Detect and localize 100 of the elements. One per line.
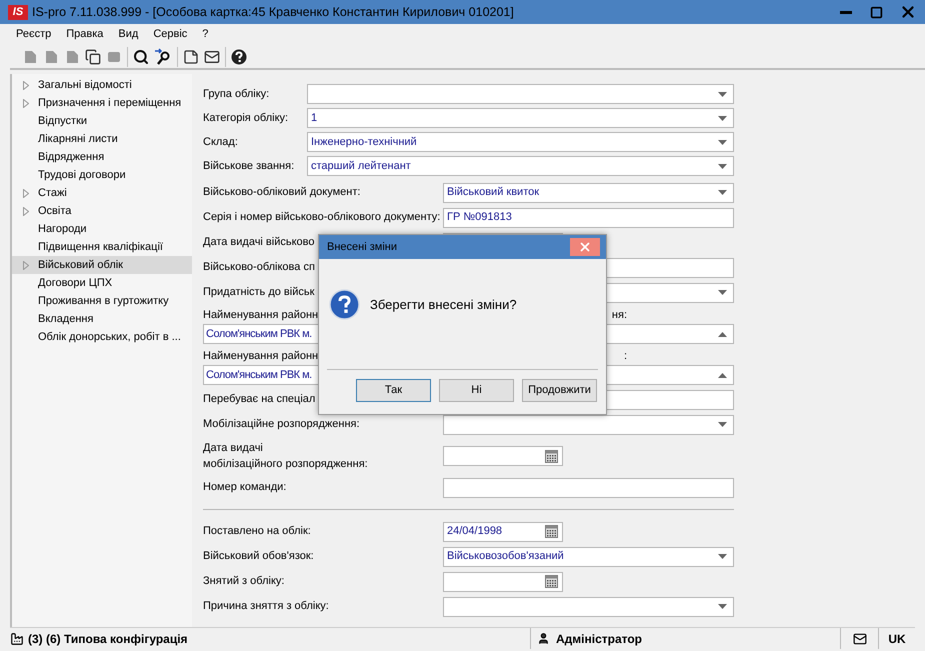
dialog-button[interactable]: Так — [356, 379, 431, 402]
calendar-icon[interactable] — [545, 525, 558, 538]
sidebar-item[interactable]: Призначення і переміщення — [12, 94, 192, 112]
sidebar-item[interactable]: Відрядження — [12, 148, 192, 166]
dropdown-field[interactable]: Інженерно-технічний — [307, 132, 734, 152]
field-label: Мобілізаційне розпорядження: — [203, 418, 360, 430]
dropdown-arrow-icon[interactable] — [718, 140, 727, 144]
dropdown-field[interactable] — [443, 414, 734, 434]
dropdown-arrow-icon[interactable] — [718, 604, 727, 609]
expand-icon[interactable] — [23, 188, 29, 198]
expand-icon[interactable] — [23, 206, 29, 216]
field-label: Військово-облікова сп — [203, 261, 315, 274]
field-value: старший лейтенант — [311, 158, 411, 174]
sidebar-item[interactable]: Облік донорських, робіт в ... — [12, 328, 192, 346]
dropdown-field[interactable] — [307, 84, 734, 104]
status-user: Адміністратор — [556, 630, 642, 648]
field-label: Категорія обліку: — [203, 110, 290, 126]
maximize-icon — [870, 6, 882, 18]
field-label: Найменування районн — [203, 308, 318, 323]
field-label: Номер команди: — [203, 481, 286, 494]
date-field[interactable]: 24/04/1998 — [443, 522, 563, 542]
field-value: Солом'янським РВК м. — [206, 326, 312, 342]
field-label: Причина зняття з обліку: — [203, 600, 329, 612]
menu-item[interactable]: Сервіс — [153, 26, 188, 43]
field-value: 24/04/1998 — [447, 524, 502, 540]
dropdown-arrow-icon[interactable] — [718, 164, 727, 168]
field-label: ня: — [612, 308, 627, 323]
dropdown-field[interactable]: Військовий квиток — [443, 182, 734, 202]
question-icon — [329, 289, 360, 320]
window-title: IS-pro 7.11.038.999 - [Особова картка:45 Кравченко Константин Кирилович 010201] — [32, 4, 514, 21]
date-field[interactable] — [443, 446, 563, 466]
sidebar-item[interactable]: Договори ЦПХ — [12, 274, 192, 292]
minimize-icon — [840, 10, 852, 14]
dropdown-field[interactable]: старший лейтенант — [307, 156, 734, 176]
menu-item[interactable]: Реєстр — [16, 26, 52, 43]
user-icon — [537, 632, 550, 645]
field-label: Дата видачі військово — [203, 236, 314, 248]
date-field[interactable] — [443, 572, 563, 592]
field-label: Група обліку: — [203, 86, 270, 102]
input-field[interactable] — [443, 478, 734, 498]
sidebar-item[interactable]: Проживання в гуртожитку — [12, 292, 192, 310]
field-label: Найменування районн — [203, 348, 318, 364]
field-label: : — [624, 348, 627, 364]
sidebar-item[interactable]: Відпустки — [12, 112, 192, 130]
dialog-button[interactable]: Продовжити — [522, 379, 597, 402]
sidebar-item[interactable]: Загальні відомості — [12, 76, 192, 94]
field-label: Поставлено на облік: — [203, 525, 311, 538]
sidebar-item[interactable]: Військовий облік — [12, 256, 192, 274]
field-value: 1 — [311, 110, 318, 126]
sidebar-item[interactable]: Підвищення кваліфікації — [12, 238, 192, 256]
language-indicator: UK — [878, 628, 915, 649]
field-value: ГР №091813 — [447, 210, 512, 226]
field-value: Солом'янським РВК м. — [206, 368, 312, 383]
dialog-title: Внесені зміни — [327, 240, 397, 255]
sidebar-item[interactable]: Лікарняні листи — [12, 130, 192, 148]
dropdown-arrow-icon[interactable] — [718, 422, 727, 427]
expand-icon[interactable] — [23, 98, 29, 108]
arrow-search-icon[interactable] — [154, 48, 172, 66]
status-configuration: (3) (6) Типова конфігурація — [28, 630, 188, 648]
dropdown-field[interactable]: 1 — [307, 108, 734, 128]
up-arrow-icon[interactable] — [718, 332, 727, 336]
dialog-button[interactable]: Ні — [439, 379, 514, 402]
field-label: Військовий обов'язок: — [203, 550, 314, 562]
note-icon[interactable] — [183, 48, 199, 64]
menu-item[interactable]: ? — [202, 26, 208, 43]
field-label: Серія і номер військово-облікового документу: — [203, 211, 440, 224]
dropdown-field[interactable] — [443, 596, 734, 616]
search-icon[interactable] — [133, 48, 149, 64]
sidebar-item[interactable]: Освіта — [12, 202, 192, 220]
sidebar-item[interactable]: Стажі — [12, 184, 192, 202]
field-value: Інженерно-технічний — [311, 134, 417, 150]
menu-item[interactable]: Вид — [118, 26, 138, 43]
calendar-icon[interactable] — [545, 575, 558, 588]
field-value: Військовий квиток — [447, 185, 540, 200]
field-label: Придатність до військ — [203, 286, 314, 298]
input-field[interactable]: ГР №091813 — [443, 208, 734, 228]
calendar-icon[interactable] — [545, 450, 558, 462]
field-label: Знятий з обліку: — [203, 575, 284, 588]
field-label: Військове звання: — [203, 158, 296, 174]
up-arrow-icon[interactable] — [718, 372, 727, 378]
factory-icon — [10, 632, 24, 646]
help-icon[interactable] — [231, 48, 247, 64]
sidebar-item[interactable]: Трудові договори — [12, 166, 192, 184]
dropdown-field[interactable]: Військовозобов'язаний — [443, 546, 734, 566]
dialog-message: Зберегти внесені зміни? — [370, 296, 517, 314]
app-logo: IS — [8, 4, 28, 20]
dropdown-arrow-icon[interactable] — [718, 554, 727, 559]
copy-icon[interactable] — [85, 48, 101, 64]
menu-item[interactable]: Правка — [66, 26, 104, 43]
close-icon — [578, 240, 592, 254]
field-label: Військово-обліковий документ: — [203, 186, 360, 198]
sidebar-item[interactable]: Вкладення — [12, 310, 192, 328]
dropdown-arrow-icon[interactable] — [718, 190, 727, 195]
sidebar-item[interactable]: Нагороди — [12, 220, 192, 238]
mail-icon[interactable] — [204, 48, 220, 64]
mail-icon[interactable] — [852, 632, 866, 646]
expand-icon[interactable] — [23, 80, 29, 90]
dropdown-arrow-icon[interactable] — [718, 116, 727, 120]
dropdown-arrow-icon[interactable] — [718, 290, 727, 295]
dropdown-arrow-icon[interactable] — [718, 92, 727, 96]
